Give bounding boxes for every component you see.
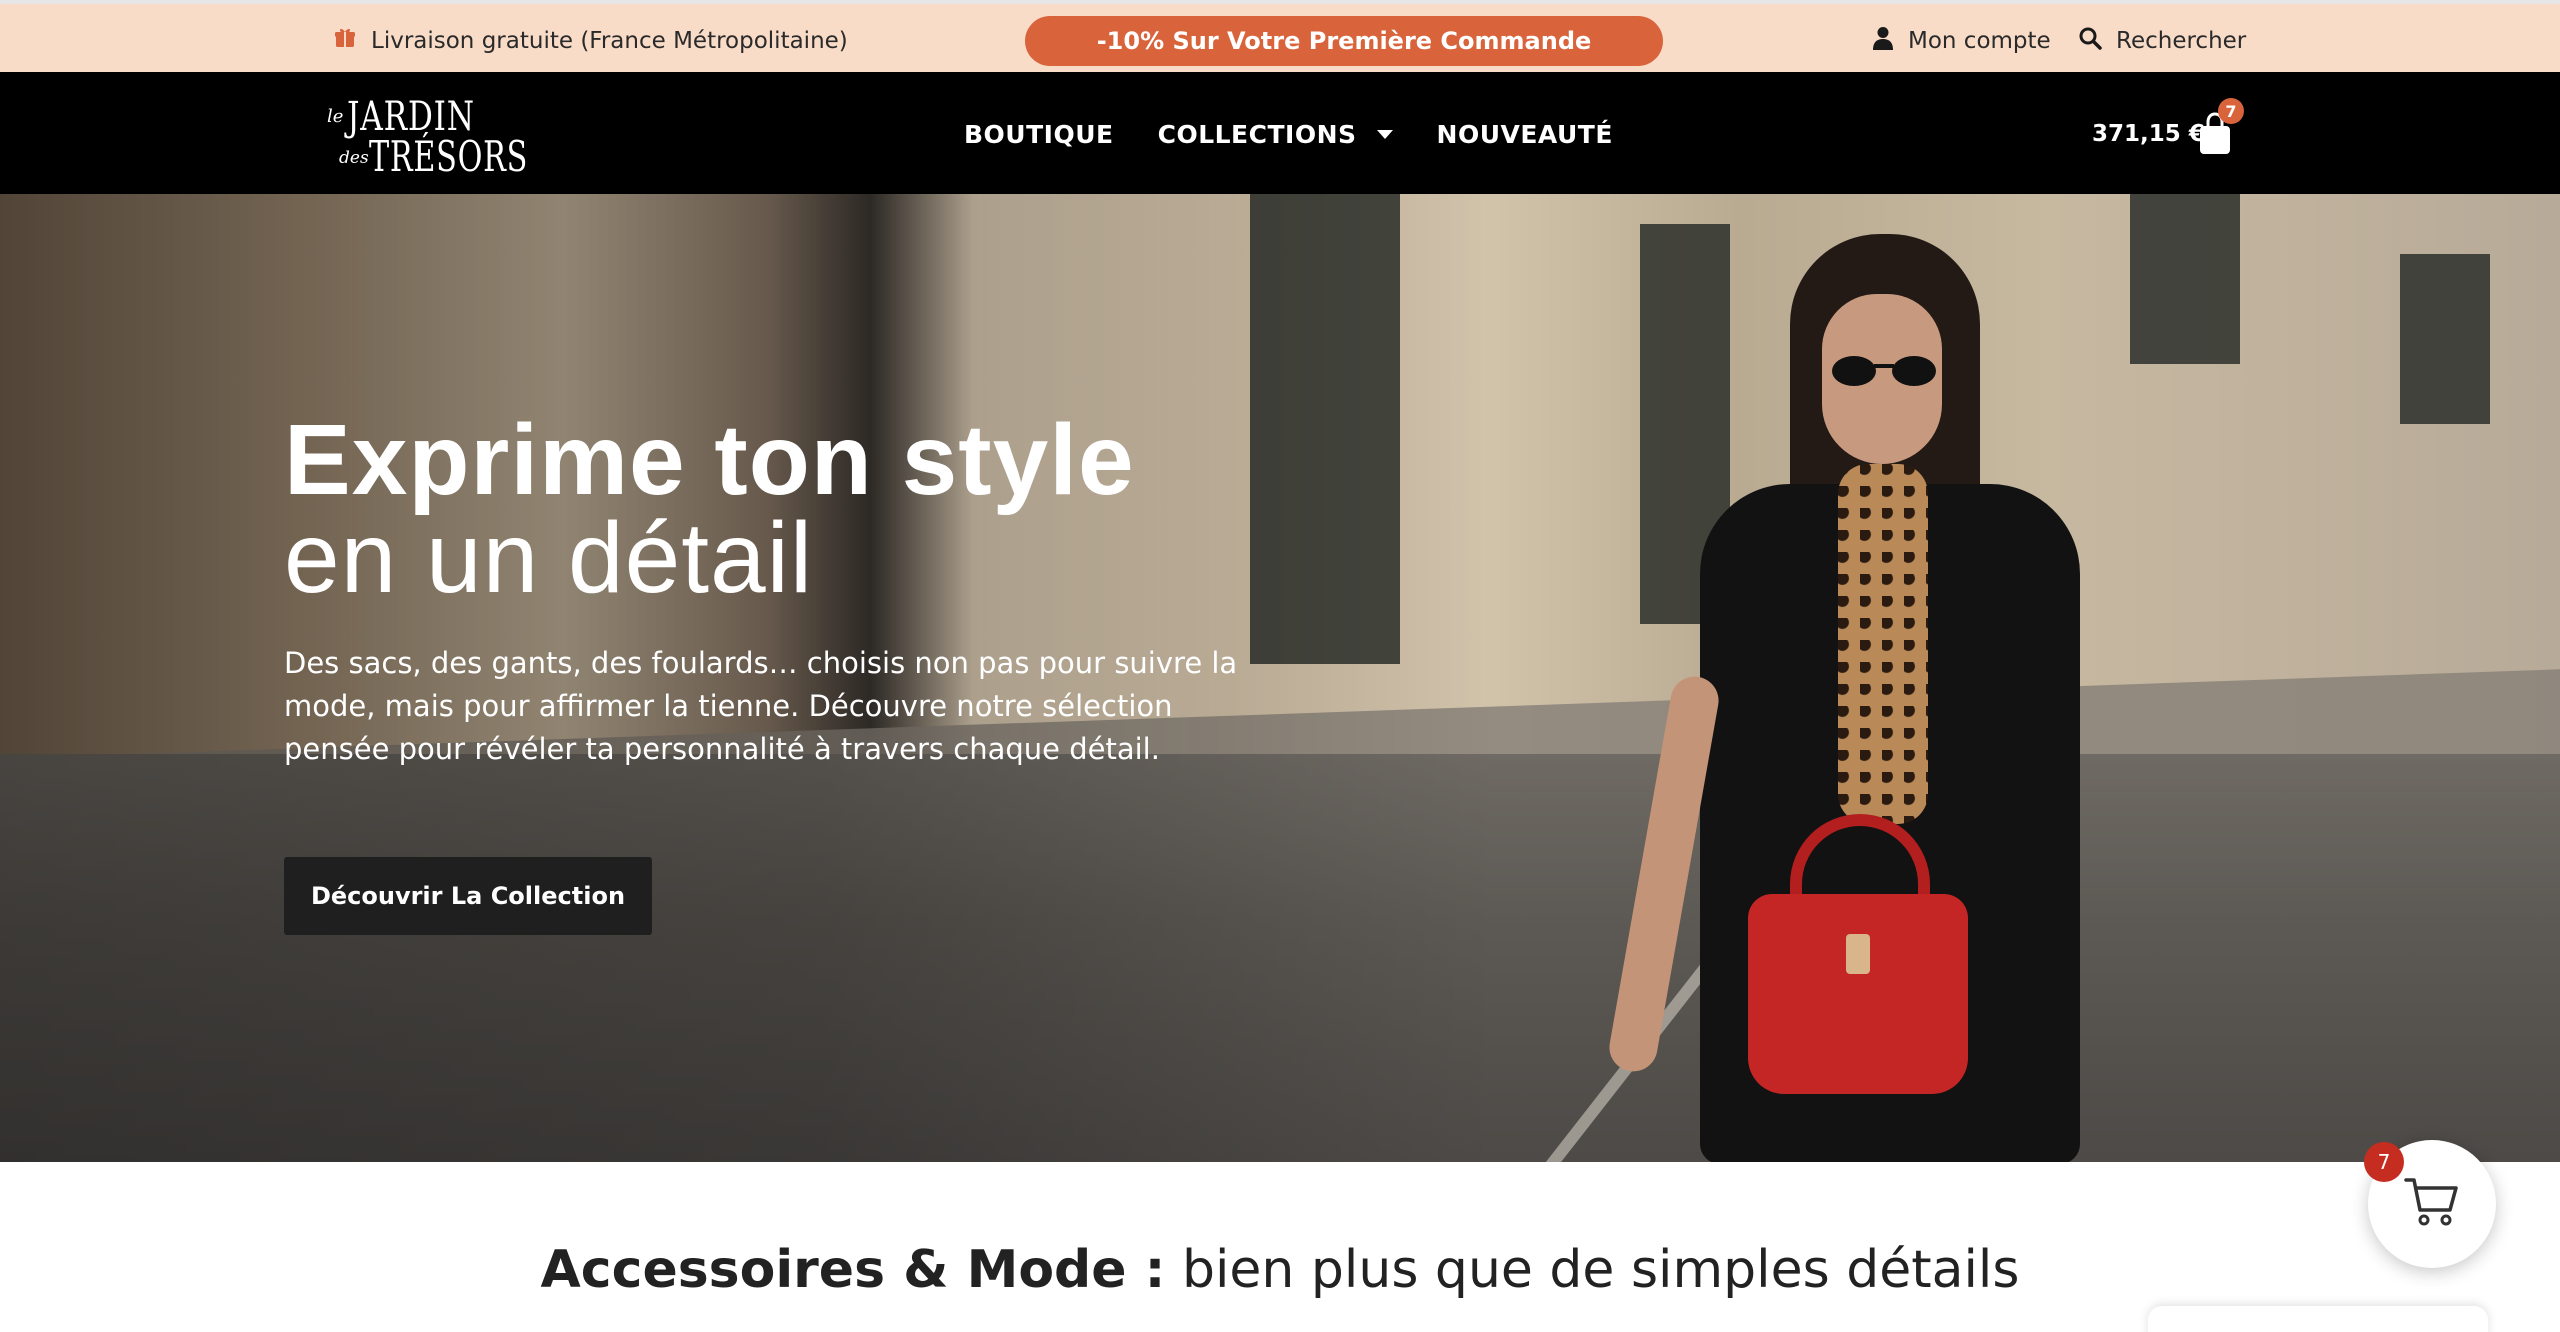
account-link[interactable]: Mon compte xyxy=(1872,26,2051,56)
logo-des: des xyxy=(339,148,369,168)
leopard-scarf xyxy=(1838,464,1928,824)
logo-le: le xyxy=(327,106,344,127)
section-heading-light: bien plus que de simples détails xyxy=(1165,1240,2020,1300)
shopping-bag-icon xyxy=(2198,112,2232,160)
cart-count-badge: 7 xyxy=(2218,98,2244,124)
logo-tresors: TRÉSORS xyxy=(369,132,529,181)
hero-title-line1: Exprime ton style xyxy=(284,404,1135,516)
cart-total[interactable]: 371,15 € xyxy=(2092,116,2205,152)
chat-widget-card[interactable] xyxy=(2148,1306,2488,1332)
account-label: Mon compte xyxy=(1908,28,2051,54)
shopping-bag-button[interactable]: 7 xyxy=(2198,98,2244,156)
nav-item-boutique[interactable]: BOUTIQUE xyxy=(964,120,1114,149)
free-shipping-notice: Livraison gratuite (France Métropolitain… xyxy=(333,26,848,56)
search-label: Rechercher xyxy=(2116,28,2247,54)
free-shipping-text: Livraison gratuite (France Métropolitain… xyxy=(371,28,848,54)
nav-item-nouveaute[interactable]: NOUVEAUTÉ xyxy=(1437,120,1613,149)
first-order-promo-button[interactable]: -10% Sur Votre Première Commande xyxy=(1025,16,1663,66)
user-icon xyxy=(1872,26,1894,56)
handbag-clasp xyxy=(1846,934,1870,974)
main-nav: BOUTIQUE COLLECTIONS NOUVEAUTÉ xyxy=(964,116,1613,152)
red-handbag xyxy=(1748,894,1968,1094)
discover-collection-button[interactable]: Découvrir La Collection xyxy=(284,857,652,935)
site-logo[interactable]: le JARDIN des TRÉSORS xyxy=(325,88,527,184)
model-photo xyxy=(1605,234,2150,1162)
announcement-bar: Livraison gratuite (France Métropolitain… xyxy=(0,0,2560,72)
gift-icon xyxy=(333,26,357,56)
sunglasses-image xyxy=(1832,356,1936,386)
hero-description: Des sacs, des gants, des foulards… chois… xyxy=(284,646,1238,766)
nav-item-collections[interactable]: COLLECTIONS xyxy=(1158,120,1393,149)
hero-title: Exprime ton style en un détail xyxy=(284,404,1284,614)
section-heading-strong: Accessoires & Mode : xyxy=(540,1240,1166,1300)
search-icon xyxy=(2078,26,2102,56)
hero-title-line2: en un détail xyxy=(284,502,814,614)
nav-label-collections: COLLECTIONS xyxy=(1157,119,1357,149)
nav-label-nouveaute: NOUVEAUTÉ xyxy=(1436,119,1613,149)
chevron-down-icon xyxy=(1376,129,1393,139)
floating-cart-badge: 7 xyxy=(2364,1142,2404,1182)
floating-cart-button[interactable]: 7 xyxy=(2364,1140,2496,1268)
section-heading: Accessoires & Mode : bien plus que de si… xyxy=(0,1240,2560,1300)
main-header: le JARDIN des TRÉSORS BOUTIQUE COLLECTIO… xyxy=(0,72,2560,194)
cart-icon xyxy=(2404,1176,2460,1232)
nav-label-boutique: BOUTIQUE xyxy=(964,119,1114,149)
search-link[interactable]: Rechercher xyxy=(2078,26,2246,56)
building-window xyxy=(2400,254,2490,424)
page: Livraison gratuite (France Métropolitain… xyxy=(0,0,2560,1332)
